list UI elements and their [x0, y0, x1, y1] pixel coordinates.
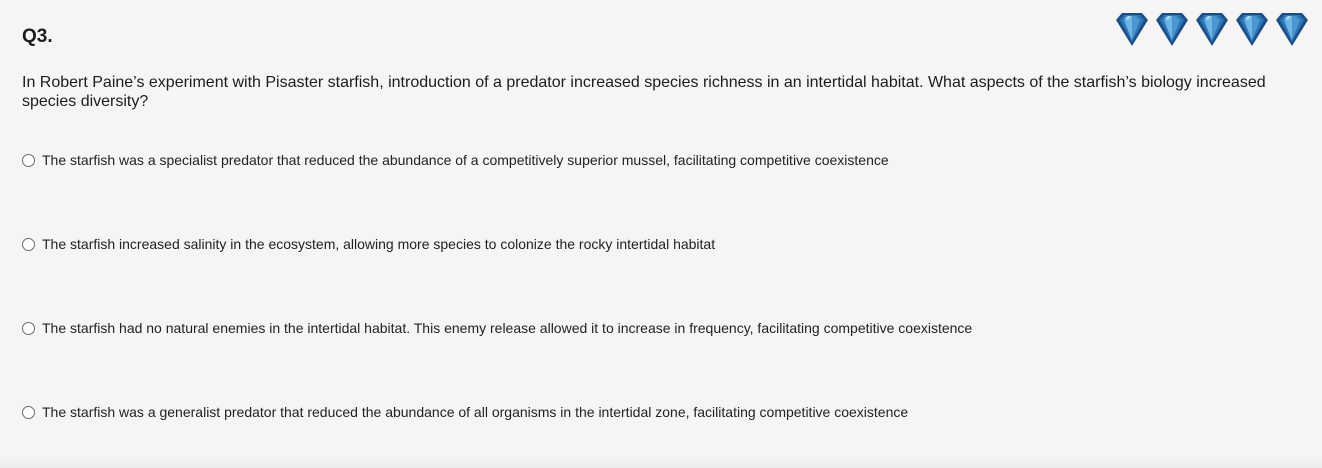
- diamond-icon: [1236, 13, 1268, 46]
- answer-radio[interactable]: [22, 405, 35, 419]
- question-number: Q3.: [22, 26, 53, 47]
- answer-option[interactable]: The starfish increased salinity in the e…: [22, 236, 715, 252]
- diamond-icon: [1196, 13, 1228, 46]
- answer-label: The starfish had no natural enemies in t…: [42, 320, 973, 336]
- diamond-icon: [1116, 13, 1148, 46]
- bottom-divider: [0, 456, 1322, 468]
- question-card: Q3. In Robert Paine’s experiment with Pi…: [0, 0, 1322, 468]
- answer-option[interactable]: The starfish had no natural enemies in t…: [22, 320, 972, 336]
- diamond-icon: [1156, 13, 1188, 46]
- answer-radio[interactable]: [22, 321, 35, 335]
- question-text: In Robert Paine’s experiment with Pisast…: [22, 74, 1266, 110]
- difficulty-rating: [1112, 10, 1312, 48]
- answer-option[interactable]: The starfish was a generalist predator t…: [22, 404, 908, 420]
- answer-label: The starfish increased salinity in the e…: [42, 236, 716, 252]
- answer-radio[interactable]: [22, 237, 35, 251]
- answer-label: The starfish was a specialist predator t…: [42, 152, 889, 168]
- answer-label: The starfish was a generalist predator t…: [42, 404, 909, 420]
- answer-option[interactable]: The starfish was a specialist predator t…: [22, 152, 889, 168]
- answer-radio[interactable]: [22, 153, 35, 167]
- diamond-icon: [1276, 13, 1308, 46]
